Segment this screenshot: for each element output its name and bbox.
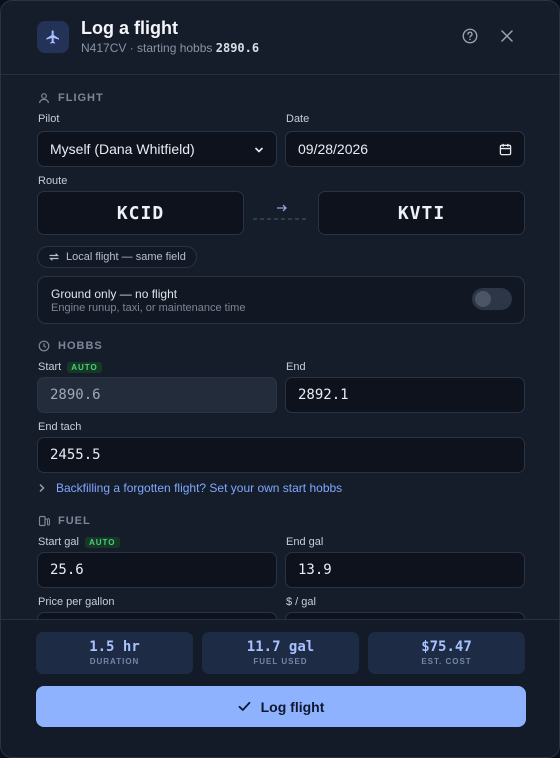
chevron-right-icon	[39, 484, 45, 492]
ground-only-toggle[interactable]	[472, 288, 512, 310]
fuel-section-title: FUEL	[58, 515, 91, 527]
dialog-footer: 1.5 hr DURATION 11.7 gal FUEL USED $75.4…	[1, 619, 559, 757]
hobbs-section-header: HOBBS	[38, 340, 103, 352]
route-from-input[interactable]: KCID	[37, 191, 244, 235]
fuel-start-input[interactable]: 25.6	[37, 552, 277, 588]
help-button[interactable]	[459, 25, 481, 47]
duration-value: 1.5 hr	[89, 639, 140, 655]
person-icon	[38, 93, 50, 104]
route-to-input[interactable]: KVTI	[318, 191, 525, 235]
est-cost-stat: $75.47 EST. COST	[368, 632, 525, 674]
route-arrow-icon	[253, 204, 309, 220]
clock-icon	[38, 340, 50, 352]
duration-label: DURATION	[89, 657, 140, 666]
fuel-start-label: Start gal AUTO	[38, 536, 120, 548]
help-icon	[462, 28, 478, 44]
auto-badge: AUTO	[67, 361, 102, 373]
rate-input[interactable]	[285, 612, 525, 619]
price-per-gallon-label: Price per gallon	[38, 596, 115, 608]
date-input[interactable]: 09/28/2026	[285, 131, 525, 167]
log-flight-dialog: Log a flight N417CV · starting hobbs 289…	[0, 0, 560, 758]
backfill-link-label: Backfilling a forgotten flight? Set your…	[56, 481, 343, 495]
pilot-value: Myself (Dana Whitfield)	[50, 141, 195, 157]
hobbs-start-input[interactable]: 2890.6	[37, 377, 277, 413]
fuel-pump-icon	[38, 515, 50, 527]
flight-section-header: FLIGHT	[38, 92, 104, 104]
dialog-header: Log a flight N417CV · starting hobbs 289…	[1, 1, 559, 75]
swap-icon	[49, 253, 59, 261]
fuel-used-stat: 11.7 gal FUEL USED	[202, 632, 359, 674]
price-per-gallon-select[interactable]	[37, 612, 277, 619]
dialog-body: FLIGHT Pilot Myself (Dana Whitfield) Dat…	[1, 75, 559, 619]
fuel-end-label: End gal	[286, 536, 324, 548]
fuel-used-label: FUEL USED	[253, 657, 308, 666]
subtitle-text: · starting hobbs	[126, 41, 216, 55]
est-cost-value: $75.47	[421, 639, 472, 655]
backfill-link[interactable]: Backfilling a forgotten flight? Set your…	[38, 481, 342, 495]
log-flight-button-label: Log flight	[260, 698, 325, 715]
calendar-icon	[499, 143, 512, 156]
duration-stat: 1.5 hr DURATION	[36, 632, 193, 674]
local-flight-label: Local flight — same field	[66, 251, 186, 263]
ground-only-description: Engine runup, taxi, or maintenance time	[51, 302, 246, 314]
end-tach-input[interactable]: 2455.5	[37, 437, 525, 473]
local-flight-button[interactable]: Local flight — same field	[37, 246, 197, 268]
date-label: Date	[286, 113, 310, 125]
fuel-section-header: FUEL	[38, 515, 91, 527]
rate-label: $ / gal	[286, 596, 316, 608]
close-icon	[501, 30, 513, 42]
toggle-knob	[475, 291, 491, 307]
hobbs-end-label: End	[286, 361, 306, 373]
check-icon	[238, 701, 251, 711]
chevron-down-icon	[254, 147, 264, 153]
date-value: 09/28/2026	[298, 141, 369, 157]
est-cost-label: EST. COST	[421, 657, 472, 666]
tail-number: N417CV	[81, 41, 127, 55]
fuel-end-input[interactable]: 13.9	[285, 552, 525, 588]
dialog-subtitle: N417CV · starting hobbs 2890.6	[81, 41, 259, 55]
airplane-icon	[37, 21, 69, 53]
close-button[interactable]	[496, 25, 518, 47]
fuel-used-value: 11.7 gal	[246, 639, 315, 655]
dialog-title: Log a flight	[81, 18, 178, 38]
hobbs-start-label: Start AUTO	[38, 361, 102, 373]
hobbs-section-title: HOBBS	[58, 340, 103, 352]
route-label: Route	[38, 175, 68, 187]
pilot-select[interactable]: Myself (Dana Whitfield)	[37, 131, 277, 167]
hobbs-end-input[interactable]: 2892.1	[285, 377, 525, 413]
starting-hobbs-value: 2890.6	[215, 41, 260, 55]
log-flight-button[interactable]: Log flight	[36, 686, 526, 727]
flight-section-title: FLIGHT	[58, 92, 104, 104]
auto-badge: AUTO	[84, 536, 120, 548]
ground-only-title: Ground only — no flight	[51, 287, 178, 301]
ground-only-row: Ground only — no flight Engine runup, ta…	[37, 276, 525, 324]
pilot-label: Pilot	[38, 113, 60, 125]
end-tach-label: End tach	[38, 421, 82, 433]
